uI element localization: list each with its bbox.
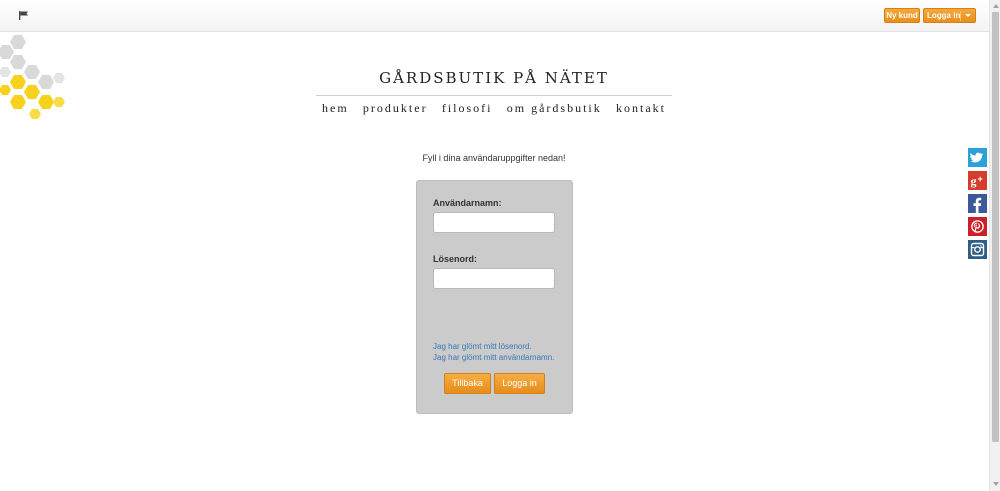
twitter-icon xyxy=(968,148,987,167)
facebook-icon xyxy=(968,194,987,213)
nav-item-kontakt[interactable]: kontakt xyxy=(616,101,666,119)
forgot-password-link[interactable]: Jag har glömt mitt lösenord. xyxy=(433,342,532,351)
nav-item-hem[interactable]: hem xyxy=(322,101,349,119)
site-title: GÅRDSBUTIK PÅ NÄTET xyxy=(379,69,609,87)
button-divider xyxy=(960,11,961,21)
username-field[interactable] xyxy=(433,212,555,233)
login-dropdown-button[interactable]: Logga in xyxy=(923,8,976,23)
top-bar: Ny kund Logga in xyxy=(0,0,989,32)
google-plus-icon: g + xyxy=(968,171,987,190)
nav-item-produkter[interactable]: produkter xyxy=(363,101,428,119)
password-field[interactable] xyxy=(433,268,555,289)
username-label: Användarnamn: xyxy=(433,198,502,208)
forgot-username-link[interactable]: Jag har glömt mitt användarnamn. xyxy=(433,353,554,362)
scroll-down-icon[interactable] xyxy=(993,482,999,486)
instagram-icon xyxy=(968,240,987,259)
pinterest-icon xyxy=(968,217,987,236)
svg-text:+: + xyxy=(978,174,983,184)
nav-item-filosofi[interactable]: filosofi xyxy=(442,101,493,119)
flag-icon[interactable] xyxy=(19,11,29,20)
new-customer-button[interactable]: Ny kund xyxy=(884,8,920,23)
chevron-down-icon xyxy=(965,14,971,17)
twitter-link[interactable] xyxy=(968,148,987,167)
back-button[interactable]: Tillbaka xyxy=(444,373,491,394)
instagram-link[interactable] xyxy=(968,240,987,259)
google-plus-link[interactable]: g + xyxy=(968,171,987,190)
login-dropdown-label: Logga in xyxy=(927,11,961,20)
title-divider xyxy=(316,95,672,96)
svg-text:g: g xyxy=(971,174,977,188)
facebook-link[interactable] xyxy=(968,194,987,213)
login-form: Användarnamn: Lösenord: Jag har glömt mi… xyxy=(416,180,573,414)
main-nav: hem produkter filosofi om gårdsbutik kon… xyxy=(316,101,672,119)
nav-item-om-gardsbutik[interactable]: om gårdsbutik xyxy=(507,101,602,119)
login-instructions: Fyll i dina användaruppgifter nedan! xyxy=(422,153,566,163)
password-label: Lösenord: xyxy=(433,254,477,264)
pinterest-link[interactable] xyxy=(968,217,987,236)
scroll-up-icon[interactable] xyxy=(993,4,999,8)
login-button[interactable]: Logga in xyxy=(494,373,545,394)
vertical-scrollbar[interactable] xyxy=(989,0,1000,491)
honeycomb-logo xyxy=(0,35,65,119)
scrollbar-thumb[interactable] xyxy=(992,12,999,442)
